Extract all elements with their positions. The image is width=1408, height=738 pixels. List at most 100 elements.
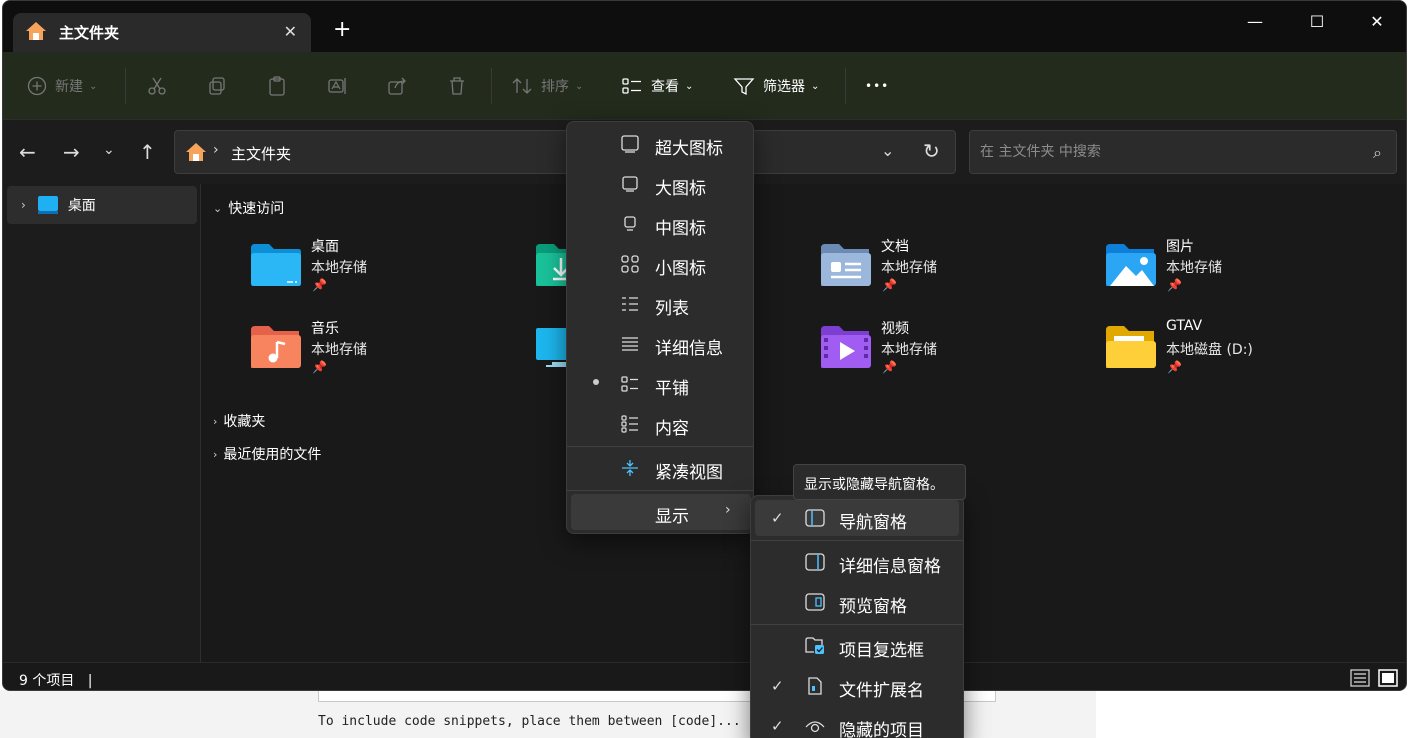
toolbar-divider [491,68,492,104]
menu-item-show[interactable]: 显示 › [571,494,751,530]
maximize-button[interactable]: ☐ [1297,9,1337,33]
hidden-items-icon [805,721,825,733]
up-arrow-icon[interactable]: ↑ [139,140,156,164]
address-bar[interactable]: › 主文件夹 ⌄ ↻ [174,130,956,174]
cut-button[interactable] [147,52,167,120]
minimize-button[interactable]: — [1235,9,1275,33]
submenu-item-file-extensions[interactable]: ✓ 文件扩展名 [755,668,959,704]
tile-pictures[interactable]: 图片 本地存储 📌 [1104,236,1354,306]
sort-icon [512,78,532,94]
chevron-down-icon: ⌄ [213,201,223,215]
pin-icon: 📌 [1167,360,1182,374]
rename-icon [328,78,346,94]
share-button[interactable] [387,52,407,120]
menu-item-medium-icons[interactable]: 中图标 [571,206,751,242]
more-options-button[interactable]: ••• [865,52,889,120]
filter-icon [733,78,755,96]
menu-item-tiles[interactable]: 平铺 [571,366,751,402]
tab-home-folder[interactable]: 主文件夹 ✕ [13,13,311,52]
submenu-item-item-checkboxes[interactable]: 项目复选框 [755,628,959,664]
tile-videos[interactable]: 视频 本地存储 📌 [819,318,1069,388]
address-dropdown-chevron-icon[interactable]: ⌄ [881,141,894,160]
sidebar-item-desktop[interactable]: › 桌面 [7,186,197,224]
new-button[interactable]: 新建 ⌄ [27,52,97,120]
sort-button[interactable]: 排序 ⌄ [511,52,583,120]
chevron-down-icon: ⌄ [811,80,820,92]
recent-locations-chevron-icon[interactable]: ⌄ [103,142,115,158]
submenu-item-label: 预览窗格 [839,597,907,617]
section-quick-access[interactable]: ⌄ 快速访问 [213,198,284,218]
tile-location: 本地存储 [1166,260,1222,276]
section-recent-files[interactable]: › 最近使用的文件 [213,444,321,464]
submenu-item-label: 项目复选框 [839,641,924,661]
chevron-down-icon: ⌄ [685,80,694,92]
details-view-icon[interactable] [1350,669,1370,687]
tile-name: 视频 [881,321,909,337]
tile-music[interactable]: 音乐 本地存储 📌 [249,318,499,388]
chevron-right-icon: › [725,502,731,518]
menu-item-label: 紧凑视图 [655,463,723,483]
menu-divider [751,540,963,541]
selected-bullet-icon [593,379,599,385]
close-window-button[interactable]: ✕ [1357,9,1397,33]
tooltip: 显示或隐藏导航窗格。 [793,464,966,500]
submenu-item-navigation-pane[interactable]: ✓ 导航窗格 [755,500,959,536]
submenu-item-label: 导航窗格 [839,513,907,533]
tile-location: 本地磁盘 (D:) [1166,342,1253,358]
new-tab-button[interactable]: + [333,17,351,42]
search-icon[interactable]: ⌕ [1373,143,1382,163]
rename-button[interactable] [327,52,349,120]
submenu-item-label: 文件扩展名 [839,681,924,701]
submenu-item-hidden-items[interactable]: ✓ 隐藏的项目 [755,708,959,738]
search-input[interactable] [970,131,1350,173]
menu-item-details[interactable]: 详细信息 [571,326,751,362]
small-icons-icon [621,255,639,273]
forward-arrow-icon[interactable]: → [63,140,80,164]
view-button[interactable]: 查看 ⌄ [621,52,693,120]
command-bar: 新建 ⌄ 排序 ⌄ 查看 ⌄ 筛选器 ⌄ ••• [3,52,1406,120]
refresh-icon[interactable]: ↻ [923,139,940,163]
copy-button[interactable] [207,52,227,120]
navigation-pane: › 桌面 [3,184,201,662]
submenu-item-preview-pane[interactable]: 预览窗格 [755,584,959,620]
tile-location: 本地存储 [881,342,937,358]
toolbar-divider [125,68,126,104]
tile-location: 本地存储 [881,260,937,276]
menu-item-large-icons[interactable]: 大图标 [571,166,751,202]
menu-item-extra-large-icons[interactable]: 超大图标 [571,126,751,162]
breadcrumb-home[interactable]: 主文件夹 [231,143,291,164]
title-bar: 主文件夹 ✕ + — ☐ ✕ [3,1,1406,52]
tile-documents[interactable]: 文档 本地存储 📌 [819,236,1069,306]
menu-item-small-icons[interactable]: 小图标 [571,246,751,282]
home-icon [185,142,207,166]
filter-button[interactable]: 筛选器 ⌄ [733,52,819,120]
tile-gtav[interactable]: GTAV 本地磁盘 (D:) 📌 [1104,318,1354,388]
chevron-right-icon: › [213,414,218,428]
copy-icon [209,77,225,95]
menu-item-compact-view[interactable]: 紧凑视图 [571,450,751,486]
delete-button[interactable] [447,52,467,120]
tab-close-icon[interactable]: ✕ [284,22,297,41]
tab-title: 主文件夹 [59,24,120,42]
chevron-down-icon: ⌄ [89,80,98,92]
chevron-down-icon: ⌄ [575,80,584,92]
section-favorites[interactable]: › 收藏夹 [213,411,265,431]
menu-item-content[interactable]: 内容 [571,406,751,442]
pin-icon: 📌 [312,278,327,292]
item-checkbox-icon [805,637,824,654]
back-arrow-icon[interactable]: ← [19,140,36,164]
chevron-right-icon[interactable]: › [21,198,26,212]
pin-icon: 📌 [882,278,897,292]
new-label: 新建 [55,79,83,95]
submenu-item-details-pane[interactable]: 详细信息窗格 [755,544,959,580]
menu-item-list[interactable]: 列表 [571,286,751,322]
paste-button[interactable] [267,52,287,120]
tile-desktop[interactable]: 桌面 本地存储 📌 [249,236,499,306]
details-pane-icon [805,553,825,571]
list-icon [622,297,638,311]
search-box[interactable]: ⌕ [969,130,1397,174]
menu-item-label: 列表 [655,299,689,319]
large-icons-view-icon[interactable] [1378,669,1398,687]
menu-divider [751,624,963,625]
item-count: 9 个项目 | [19,673,93,689]
